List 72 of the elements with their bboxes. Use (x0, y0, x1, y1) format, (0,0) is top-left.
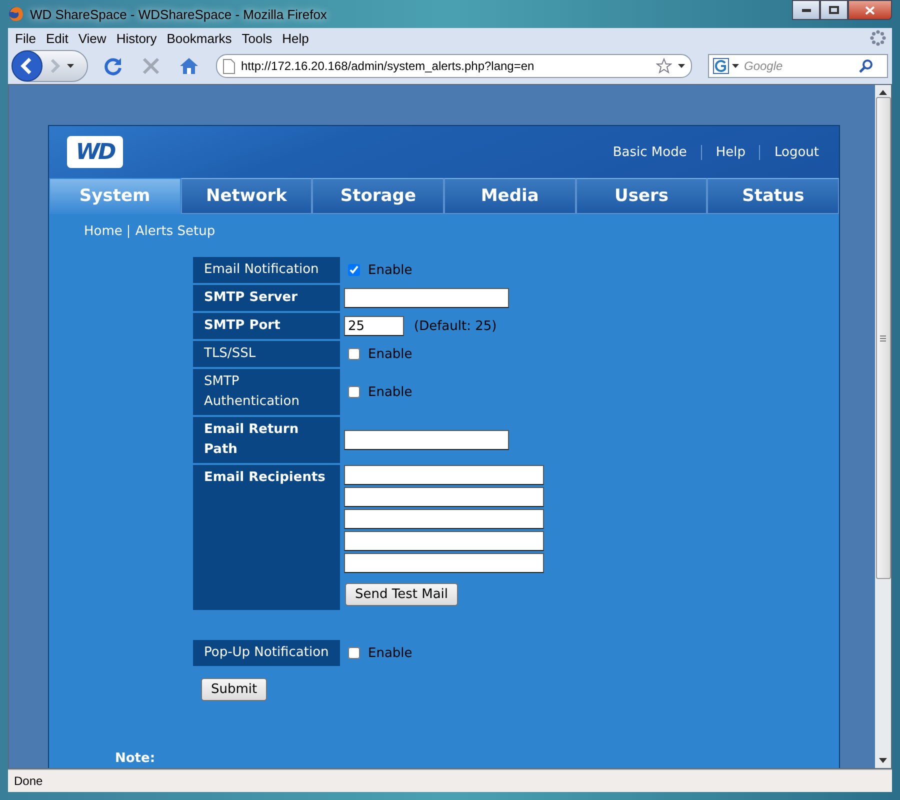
enable-checkbox[interactable] (348, 348, 360, 360)
field-label: SMTP Server (193, 285, 340, 311)
field-label: TLS/SSL (193, 341, 340, 367)
menu-item[interactable]: Help (277, 30, 314, 46)
scroll-down-icon[interactable] (879, 758, 887, 763)
submit-button[interactable]: Submit (201, 678, 268, 701)
recipient-field[interactable] (344, 465, 544, 485)
field-label: Email Notification (193, 257, 340, 283)
caret-icon[interactable] (67, 64, 74, 68)
search-box[interactable]: Google (708, 54, 888, 78)
nav-tab[interactable]: Status (707, 178, 840, 214)
note-heading: Note: (115, 751, 156, 766)
search-icon[interactable] (859, 59, 873, 73)
checkbox-label: Enable (368, 384, 412, 400)
menu-item[interactable]: Tools (236, 30, 278, 46)
field-label: Email Return Path (193, 417, 340, 463)
caret-icon[interactable] (732, 64, 739, 68)
field-label: Pop-Up Notification (193, 640, 340, 666)
port-field[interactable]: 25 (344, 316, 404, 336)
status-text: Done (14, 774, 43, 788)
search-field[interactable]: Google (742, 58, 856, 74)
nav-tab[interactable]: Network (180, 178, 312, 214)
menu-item[interactable]: View (73, 30, 112, 46)
enable-checkbox[interactable] (348, 386, 360, 398)
recipient-field[interactable] (344, 553, 544, 573)
header-link[interactable]: Logout (759, 144, 821, 160)
field-label: Email Recipients (193, 465, 340, 610)
nav-tab[interactable]: Storage (312, 178, 444, 214)
breadcrumb-link[interactable]: Home (84, 224, 122, 239)
minimize-icon (802, 8, 810, 12)
menu-item[interactable]: File (10, 30, 41, 46)
home-icon[interactable] (178, 55, 200, 77)
close-button[interactable] (848, 0, 892, 20)
star-icon[interactable] (656, 58, 672, 74)
nav-tab[interactable]: Media (444, 178, 576, 214)
menu-item[interactable]: Bookmarks (162, 30, 237, 46)
recipient-field[interactable] (344, 509, 544, 529)
header-link[interactable]: Help (700, 144, 760, 160)
field-label: SMTP Authentication (193, 369, 340, 415)
url-text: http://172.16.20.168/admin/system_alerts.php?lang=en (241, 59, 536, 73)
nav-tab[interactable]: Users (576, 178, 708, 214)
enable-checkbox[interactable] (348, 264, 360, 276)
back-button[interactable] (11, 50, 43, 82)
caret-icon[interactable] (678, 64, 685, 68)
menu-item[interactable]: Edit (40, 30, 74, 46)
google-icon (713, 58, 729, 74)
page-icon (223, 58, 235, 74)
logo: WD (67, 136, 123, 168)
address-bar[interactable]: http://172.16.20.168/admin/system_alerts.php?lang=en (216, 54, 692, 78)
checkbox-label: Enable (368, 646, 412, 660)
throbber-icon (870, 30, 886, 46)
checkbox-label: Enable (368, 346, 412, 362)
maximize-button[interactable] (820, 0, 848, 20)
breadcrumb-link[interactable]: Alerts Setup (128, 225, 216, 238)
enable-checkbox[interactable] (348, 647, 360, 659)
minimize-button[interactable] (792, 0, 820, 20)
menu-item[interactable]: History (111, 30, 162, 46)
scroll-up-icon[interactable] (879, 90, 887, 95)
checkbox-label: Enable (368, 262, 412, 278)
close-icon (865, 6, 875, 14)
maximize-icon (829, 6, 839, 14)
text-field[interactable] (344, 430, 509, 450)
window-title: WD ShareSpace - WDShareSpace - Mozilla Firefox (30, 6, 327, 22)
recipient-field[interactable] (344, 531, 544, 551)
recipient-field[interactable] (344, 487, 544, 507)
field-label: SMTP Port (193, 313, 340, 339)
send-test-mail-button[interactable]: Send Test Mail (345, 583, 458, 606)
header-link[interactable]: Basic Mode (598, 144, 701, 160)
text-field[interactable] (344, 288, 509, 308)
grip-icon (880, 334, 886, 342)
scrollbar-thumb[interactable] (876, 97, 890, 579)
default-hint: (Default: 25) (414, 318, 497, 334)
